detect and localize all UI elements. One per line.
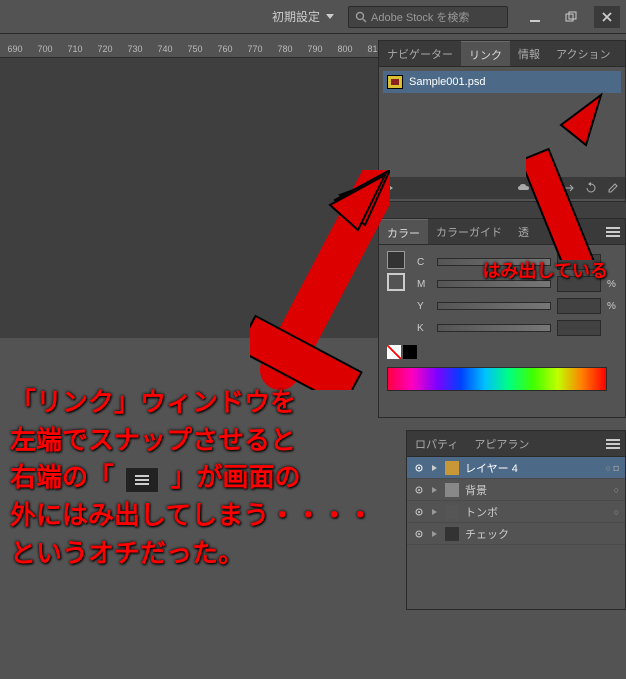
hamburger-icon (135, 475, 149, 485)
workspace-preset-dropdown[interactable]: 初期設定 (272, 8, 334, 25)
annotation-line2: 左端でスナップさせると (10, 422, 373, 460)
channel-k-value[interactable] (557, 320, 601, 336)
restore-button[interactable] (558, 6, 584, 28)
ruler-tick: 790 (300, 44, 330, 54)
tab-appearance[interactable]: アピアラン (466, 431, 537, 456)
ruler-tick: 800 (330, 44, 360, 54)
layer-row[interactable]: 背景 ○ (407, 479, 625, 501)
panel-menu-icon[interactable] (601, 431, 625, 456)
channel-m-label: M (417, 279, 431, 290)
layer-name: チェック (465, 526, 509, 542)
expand-arrow-icon[interactable] (431, 508, 439, 516)
chevron-down-icon (326, 14, 334, 20)
ruler-tick: 760 (210, 44, 240, 54)
ruler-tick: 730 (120, 44, 150, 54)
channel-y-value[interactable] (557, 298, 601, 314)
layer-target[interactable]: ○ ◘ (606, 463, 619, 473)
close-button[interactable] (594, 6, 620, 28)
layer-color-swatch (445, 483, 459, 497)
annotation-line5: というオチだった。 (10, 535, 373, 573)
search-icon (355, 11, 367, 23)
stock-search-input[interactable]: Adobe Stock を検索 (348, 6, 508, 28)
layer-target[interactable]: ○ (614, 485, 619, 495)
visibility-icon[interactable] (413, 528, 425, 540)
layers-list: レイヤー 4 ○ ◘ 背景 ○ トンボ ○ チェック (407, 457, 625, 545)
annotation-arrow-1b (250, 170, 390, 390)
expand-arrow-icon[interactable] (431, 464, 439, 472)
layers-panel: ロパティ アピアラン レイヤー 4 ○ ◘ 背景 ○ トンボ ○ (406, 430, 626, 610)
ruler-tick: 770 (240, 44, 270, 54)
layer-row[interactable]: チェック (407, 523, 625, 545)
annotation-line1: 「リンク」ウィンドウを (10, 384, 373, 422)
link-thumbnail-icon (387, 75, 403, 89)
layer-color-swatch (445, 461, 459, 475)
layer-row[interactable]: レイヤー 4 ○ ◘ (407, 457, 625, 479)
layer-color-swatch (445, 505, 459, 519)
visibility-icon[interactable] (413, 484, 425, 496)
expand-arrow-icon[interactable] (431, 486, 439, 494)
visibility-icon[interactable] (413, 462, 425, 474)
ruler-tick: 700 (30, 44, 60, 54)
links-panel-tabs: ナビゲーター リンク 情報 アクション (379, 41, 625, 67)
ruler-tick: 710 (60, 44, 90, 54)
tab-actions[interactable]: アクション (548, 41, 618, 66)
annotation-menu-icon-box (125, 467, 159, 493)
black-swatch[interactable] (403, 345, 417, 359)
tab-links[interactable]: リンク (461, 41, 510, 66)
ruler-tick: 750 (180, 44, 210, 54)
layers-panel-tabs: ロパティ アピアラン (407, 431, 625, 457)
color-spectrum[interactable] (387, 367, 607, 391)
annotation-label-small: はみ出している (483, 258, 608, 284)
layer-color-swatch (445, 527, 459, 541)
channel-c-label: C (417, 257, 431, 268)
visibility-icon[interactable] (413, 506, 425, 518)
layer-name: 背景 (465, 482, 487, 498)
tab-info[interactable]: 情報 (510, 41, 548, 66)
ruler-tick: 740 (150, 44, 180, 54)
search-placeholder: Adobe Stock を検索 (371, 9, 469, 25)
channel-y-label: Y (417, 301, 431, 312)
tab-navigator[interactable]: ナビゲーター (379, 41, 461, 66)
annotation-arrow-2 (526, 90, 616, 260)
minimize-button[interactable] (522, 6, 548, 28)
annotation-main-text: 「リンク」ウィンドウを 左端でスナップさせると 右端の「 」が画面の 外にはみ出… (10, 384, 373, 572)
layer-name: レイヤー 4 (465, 460, 518, 476)
annotation-line3b: 」が画面の (170, 462, 300, 492)
layer-row[interactable]: トンボ ○ (407, 501, 625, 523)
channel-k-slider[interactable] (437, 324, 551, 332)
annotation-line4: 外にはみ出してしまう・・・・ (10, 497, 373, 535)
channel-k-label: K (417, 323, 431, 334)
window-controls (522, 6, 620, 28)
layer-target[interactable]: ○ (614, 507, 619, 517)
preset-label: 初期設定 (272, 8, 320, 25)
layer-name: トンボ (465, 504, 498, 520)
channel-y-slider[interactable] (437, 302, 551, 310)
tab-color-guide[interactable]: カラーガイド (428, 219, 510, 244)
app-titlebar: 初期設定 Adobe Stock を検索 (0, 0, 626, 34)
tab-properties[interactable]: ロパティ (407, 431, 466, 456)
ruler-tick: 780 (270, 44, 300, 54)
annotation-line3a: 右端の「 (10, 462, 114, 492)
expand-arrow-icon[interactable] (431, 530, 439, 538)
ruler-tick: 720 (90, 44, 120, 54)
link-filename: Sample001.psd (409, 76, 485, 88)
ruler-tick: 690 (0, 44, 30, 54)
